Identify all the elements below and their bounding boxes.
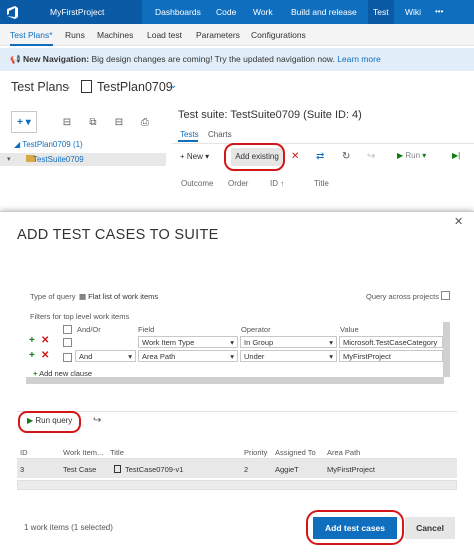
tab-machines[interactable]: Machines [97, 24, 133, 46]
chevron-down-icon[interactable]: ⌄ [169, 80, 177, 91]
result-col-work-item[interactable]: Work Item... [63, 448, 103, 457]
project-name[interactable]: MyFirstProject [24, 0, 142, 24]
chevron-right-icon: › [66, 80, 70, 94]
add-clause-icon[interactable]: + [29, 350, 35, 361]
tab-runs[interactable]: Runs [65, 24, 85, 46]
highlight-ring [18, 411, 81, 433]
nav-work[interactable]: Work [253, 0, 273, 24]
delete-clause-icon[interactable]: ✕ [41, 350, 49, 361]
filters-label: Filters for top level work items [30, 312, 130, 321]
clause-field-select[interactable]: Area Path ▾ [138, 350, 238, 362]
divider [172, 143, 474, 144]
vsts-logo-icon[interactable] [0, 0, 24, 24]
nav-build-release[interactable]: Build and release [291, 0, 357, 24]
vertical-scrollbar[interactable] [443, 322, 450, 377]
megaphone-icon: 📢 [10, 54, 21, 64]
add-suite-button[interactable]: + ▾ [11, 111, 37, 133]
cancel-button[interactable]: Cancel [405, 517, 455, 539]
breadcrumb-test-plan[interactable]: TestPlan0709 [97, 80, 173, 94]
result-assigned: AggieT [275, 465, 299, 474]
nav-dashboards[interactable]: Dashboards [155, 0, 201, 24]
result-title[interactable]: TestCase0709-v1 [125, 465, 183, 474]
nav-wiki[interactable]: Wiki [405, 0, 421, 24]
close-icon[interactable]: ✕ [454, 215, 463, 228]
add-test-cases-dialog [0, 211, 474, 557]
test-case-icon [114, 465, 121, 473]
run-options-icon[interactable]: ▶| [452, 151, 460, 160]
clause-checkbox[interactable] [63, 353, 72, 362]
field-header: Field [138, 325, 155, 334]
new-navigation-banner: 📢 New Navigation: Big design changes are… [0, 48, 474, 71]
tab-load-test[interactable]: Load test [147, 24, 182, 46]
highlight-ring [306, 510, 404, 545]
result-col-title[interactable]: Title [110, 448, 124, 457]
clause-checkbox[interactable] [63, 338, 72, 347]
tab-parameters[interactable]: Parameters [196, 24, 240, 46]
nav-code[interactable]: Code [216, 0, 236, 24]
clause-operator-select[interactable]: In Group ▾ [240, 336, 337, 348]
clause-value-input[interactable]: MyFirstProject [339, 350, 443, 362]
select-all-checkbox[interactable] [63, 325, 72, 334]
add-clause-icon[interactable]: + [29, 335, 35, 346]
collapse-icon[interactable]: ⊟ [106, 111, 132, 133]
divider [17, 411, 457, 412]
delete-clause-icon[interactable]: ✕ [41, 335, 49, 346]
query-type-value[interactable]: ▦ Flat list of work items [79, 292, 158, 301]
andor-header: And/Or [77, 325, 101, 334]
open-icon[interactable]: ↪ [367, 151, 375, 162]
status-text: 1 work items (1 selected) [24, 523, 113, 532]
redo-icon[interactable]: ↪ [93, 415, 101, 426]
value-header: Value [340, 325, 359, 334]
copy-icon[interactable]: ⧉ [80, 111, 106, 133]
suite-title: Test suite: TestSuite0709 (Suite ID: 4) [178, 109, 362, 121]
clause-andor-select[interactable]: And ▾ [75, 350, 136, 362]
query-type-label: Type of query [30, 292, 76, 301]
clause-value-input[interactable]: Microsoft.TestCaseCategory [339, 336, 443, 348]
result-col-priority[interactable]: Priority [244, 448, 267, 457]
clause-field-select[interactable]: Work Item Type ▾ [138, 336, 238, 348]
tab-test-plans[interactable]: Test Plans* [10, 24, 53, 46]
tab-tests[interactable]: Tests [180, 130, 199, 139]
result-col-id[interactable]: ID [20, 448, 28, 457]
tab-charts[interactable]: Charts [208, 130, 232, 139]
col-id[interactable]: ID ↑ [270, 179, 284, 188]
remove-icon[interactable]: ✕ [291, 151, 299, 162]
query-across-label: Query across projects [366, 292, 439, 301]
result-priority: 2 [244, 465, 249, 474]
tree-item-suite[interactable]: TestSuite0709 [33, 155, 84, 164]
col-outcome[interactable]: Outcome [181, 179, 213, 188]
refresh-icon[interactable]: ↻ [342, 151, 350, 162]
query-across-checkbox[interactable] [441, 291, 450, 300]
highlight-ring [224, 143, 285, 171]
chevron-down-icon: ▾ [7, 156, 11, 163]
breadcrumb-test-plans[interactable]: Test Plans [11, 80, 69, 94]
print-icon[interactable]: ⎙ [132, 111, 158, 133]
horizontal-scrollbar[interactable] [26, 377, 444, 384]
col-title[interactable]: Title [314, 179, 329, 188]
tab-underline [178, 140, 198, 142]
result-col-assigned[interactable]: Assigned To [275, 448, 316, 457]
result-col-area[interactable]: Area Path [327, 448, 360, 457]
tree-item-plan[interactable]: ◢ TestPlan0709 (1) [14, 140, 83, 149]
result-id: 3 [20, 465, 25, 474]
dialog-title: ADD TEST CASES TO SUITE [17, 227, 219, 243]
test-plan-icon [81, 80, 92, 93]
tab-configurations[interactable]: Configurations [251, 24, 306, 46]
results-scrollbar[interactable] [17, 480, 457, 490]
new-button[interactable]: + New ▾ [180, 152, 209, 161]
run-button[interactable]: ▶ Run ▾ [397, 151, 426, 160]
swap-icon[interactable]: ⇄ [316, 151, 324, 162]
nav-test[interactable]: Test [368, 0, 394, 24]
learn-more-link[interactable]: Learn more [337, 54, 380, 64]
result-area: MyFirstProject [327, 465, 375, 474]
operator-header: Operator [241, 325, 271, 334]
banner-bold: New Navigation: [22, 54, 90, 64]
expand-icon[interactable]: ⊟ [54, 111, 80, 133]
banner-text: Big design changes are coming! Try the u… [91, 54, 335, 64]
clause-operator-select[interactable]: Under ▾ [240, 350, 337, 362]
col-order[interactable]: Order [228, 179, 248, 188]
result-type: Test Case [63, 465, 97, 474]
more-icon[interactable]: ••• [435, 0, 443, 24]
